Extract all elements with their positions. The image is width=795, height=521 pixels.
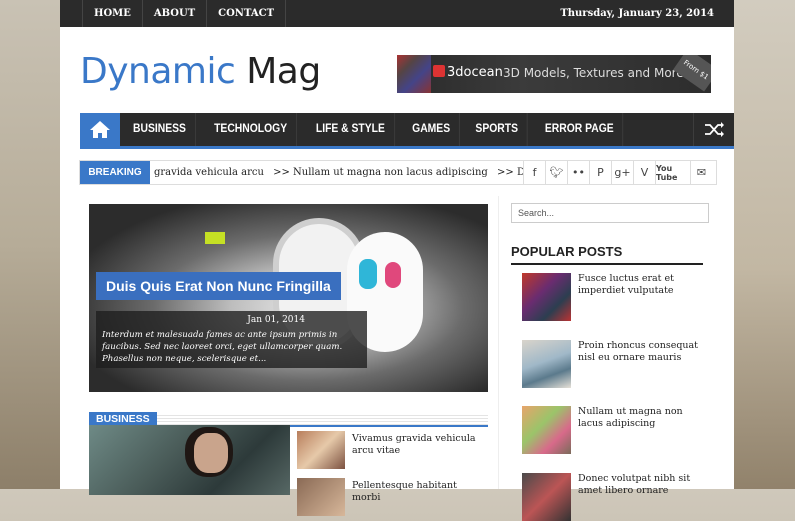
main-nav-items: BUSINESS TECHNOLOGY LIFE & STYLE GAMES S…: [120, 113, 629, 146]
page: HOME ABOUT CONTACT Thursday, January 23,…: [60, 0, 734, 489]
ticker-item[interactable]: >> Nullam ut magna non lacus adipiscing: [273, 167, 488, 178]
header: Dynamic Mag 3docean 3D Models, Textures …: [60, 27, 734, 113]
top-nav-home[interactable]: HOME: [82, 0, 143, 27]
top-nav: HOME ABOUT CONTACT: [82, 0, 287, 27]
vimeo-icon[interactable]: V: [633, 161, 655, 184]
nav-business[interactable]: BUSINESS: [124, 113, 196, 146]
site-logo[interactable]: Dynamic Mag: [80, 51, 321, 92]
youtube-icon[interactable]: You Tube: [655, 161, 690, 184]
ticker-item[interactable]: gravida vehicula arcu: [154, 167, 264, 178]
logo-word-mag: Mag: [246, 51, 321, 92]
nav-games[interactable]: GAMES: [403, 113, 460, 146]
googleplus-icon[interactable]: g+: [611, 161, 633, 184]
ad-mosaic-image: [397, 55, 431, 93]
breaking-news-bar: BREAKING NEWS gravida vehicula arcu >> N…: [79, 160, 717, 201]
home-icon: [90, 121, 110, 138]
breaking-news-ticker: gravida vehicula arcu >> Nullam ut magna…: [154, 161, 524, 184]
top-bar: HOME ABOUT CONTACT Thursday, January 23,…: [60, 0, 734, 27]
main-nav: BUSINESS TECHNOLOGY LIFE & STYLE GAMES S…: [80, 113, 734, 149]
email-icon[interactable]: ✉: [690, 161, 712, 184]
top-nav-about[interactable]: ABOUT: [143, 0, 208, 27]
pinterest-icon[interactable]: P: [589, 161, 611, 184]
current-date: Thursday, January 23, 2014: [560, 8, 714, 19]
top-nav-contact[interactable]: CONTACT: [207, 0, 287, 27]
facebook-icon[interactable]: f: [523, 161, 545, 184]
ad-brand-text: 3docean: [447, 65, 503, 80]
ad-logo-icon: [433, 65, 445, 77]
flickr-icon[interactable]: ••: [567, 161, 589, 184]
twitter-icon[interactable]: 🐦︎: [545, 161, 567, 184]
shuffle-icon: [705, 122, 724, 137]
nav-technology[interactable]: TECHNOLOGY: [205, 113, 297, 146]
header-ad-banner[interactable]: 3docean 3D Models, Textures and More Fro…: [397, 55, 711, 93]
home-button[interactable]: [80, 113, 120, 146]
logo-word-dynamic: Dynamic: [80, 51, 236, 92]
nav-sports[interactable]: SPORTS: [466, 113, 528, 146]
nav-error-page[interactable]: ERROR PAGE: [536, 113, 624, 146]
background-right: [734, 0, 795, 489]
ad-price-badge: From $1: [672, 55, 711, 92]
background-left: [0, 0, 60, 489]
random-post-button[interactable]: [693, 113, 734, 146]
social-icons: f 🐦︎ •• P g+ V You Tube ✉: [523, 161, 712, 184]
nav-life-style[interactable]: LIFE & STYLE: [307, 113, 395, 146]
ticker-item[interactable]: >> Duis quis erat n: [497, 167, 524, 178]
ad-brand: 3docean: [433, 65, 503, 80]
ad-tagline: 3D Models, Textures and More: [503, 66, 684, 80]
breaking-news-label: BREAKING NEWS: [80, 161, 150, 201]
